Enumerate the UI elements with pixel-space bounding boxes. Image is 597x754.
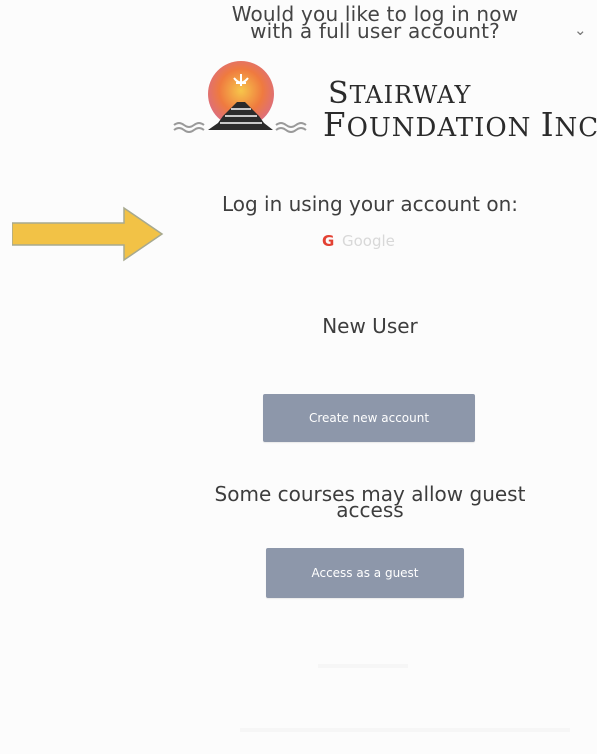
login-prompt: Would you like to log in now with a full…	[180, 4, 570, 41]
guest-access-text: Some courses may allow guest access	[150, 484, 590, 520]
faint-link-placeholder	[318, 664, 408, 668]
logo-initial-f: F	[323, 106, 347, 144]
chevron-down-icon[interactable]: ⌄	[574, 22, 590, 38]
logo-text-foundation: FOUNDATION INC.	[323, 106, 597, 144]
stairway-foundation-logo: STAIRWAY FOUNDATION INC.	[168, 56, 597, 148]
logo-rest-foundation: OUNDATION	[346, 113, 541, 143]
arrow-right-icon	[12, 206, 164, 262]
logo-rest-inc: NC.	[554, 113, 597, 143]
logo-rest-stairway: TAIRWAY	[349, 81, 472, 109]
login-heading: Log in using your account on:	[221, 192, 519, 216]
logo-initial-i: I	[540, 106, 555, 144]
google-icon: G	[322, 232, 335, 250]
guest-access-button[interactable]: Access as a guest	[266, 548, 464, 598]
water-waves-right	[275, 122, 307, 133]
faint-footer-placeholder	[240, 728, 570, 732]
create-account-button[interactable]: Create new account	[263, 394, 475, 442]
logo-emblem	[173, 61, 307, 133]
google-login-button[interactable]: G Google	[290, 224, 450, 264]
water-waves-left	[173, 122, 205, 133]
google-login-label: Google	[342, 232, 395, 250]
new-user-heading: New User	[322, 314, 418, 338]
